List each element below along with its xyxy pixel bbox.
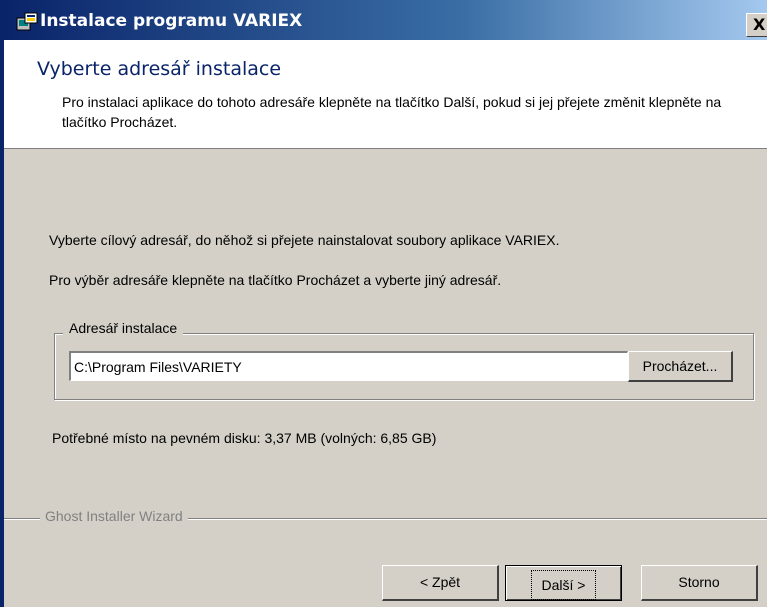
wizard-header: Vyberte adresář instalace Pro instalaci … [4, 40, 767, 149]
install-dir-group-label: Adresář instalace [63, 320, 184, 336]
title-bar[interactable]: Instalace programu VARIEX X [4, 0, 767, 40]
close-icon: X [753, 15, 766, 34]
window-title: Instalace programu VARIEX [40, 11, 303, 31]
wizard-brand-label: Ghost Installer Wizard [40, 508, 188, 524]
next-button[interactable]: Další > [505, 565, 622, 601]
disk-space-info: Potřebné místo na pevném disku: 3,37 MB … [52, 430, 437, 446]
next-button-label: Další > [530, 570, 597, 600]
cancel-button[interactable]: Storno [641, 565, 758, 601]
installer-window: Instalace programu VARIEX X Vyberte adre… [0, 0, 767, 607]
instruction-text-1: Vyberte cílový adresář, do něhož si přej… [49, 232, 560, 248]
browse-button[interactable]: Procházet... [628, 351, 733, 382]
page-title: Vyberte adresář instalace [37, 58, 282, 80]
installer-icon [16, 12, 38, 32]
instruction-text-2: Pro výběr adresáře klepněte na tlačítko … [49, 272, 502, 288]
page-description: Pro instalaci aplikace do tohoto adresář… [62, 94, 722, 130]
close-button[interactable]: X [746, 13, 767, 37]
back-button[interactable]: < Zpět [382, 565, 499, 601]
install-path-input[interactable] [69, 351, 628, 381]
